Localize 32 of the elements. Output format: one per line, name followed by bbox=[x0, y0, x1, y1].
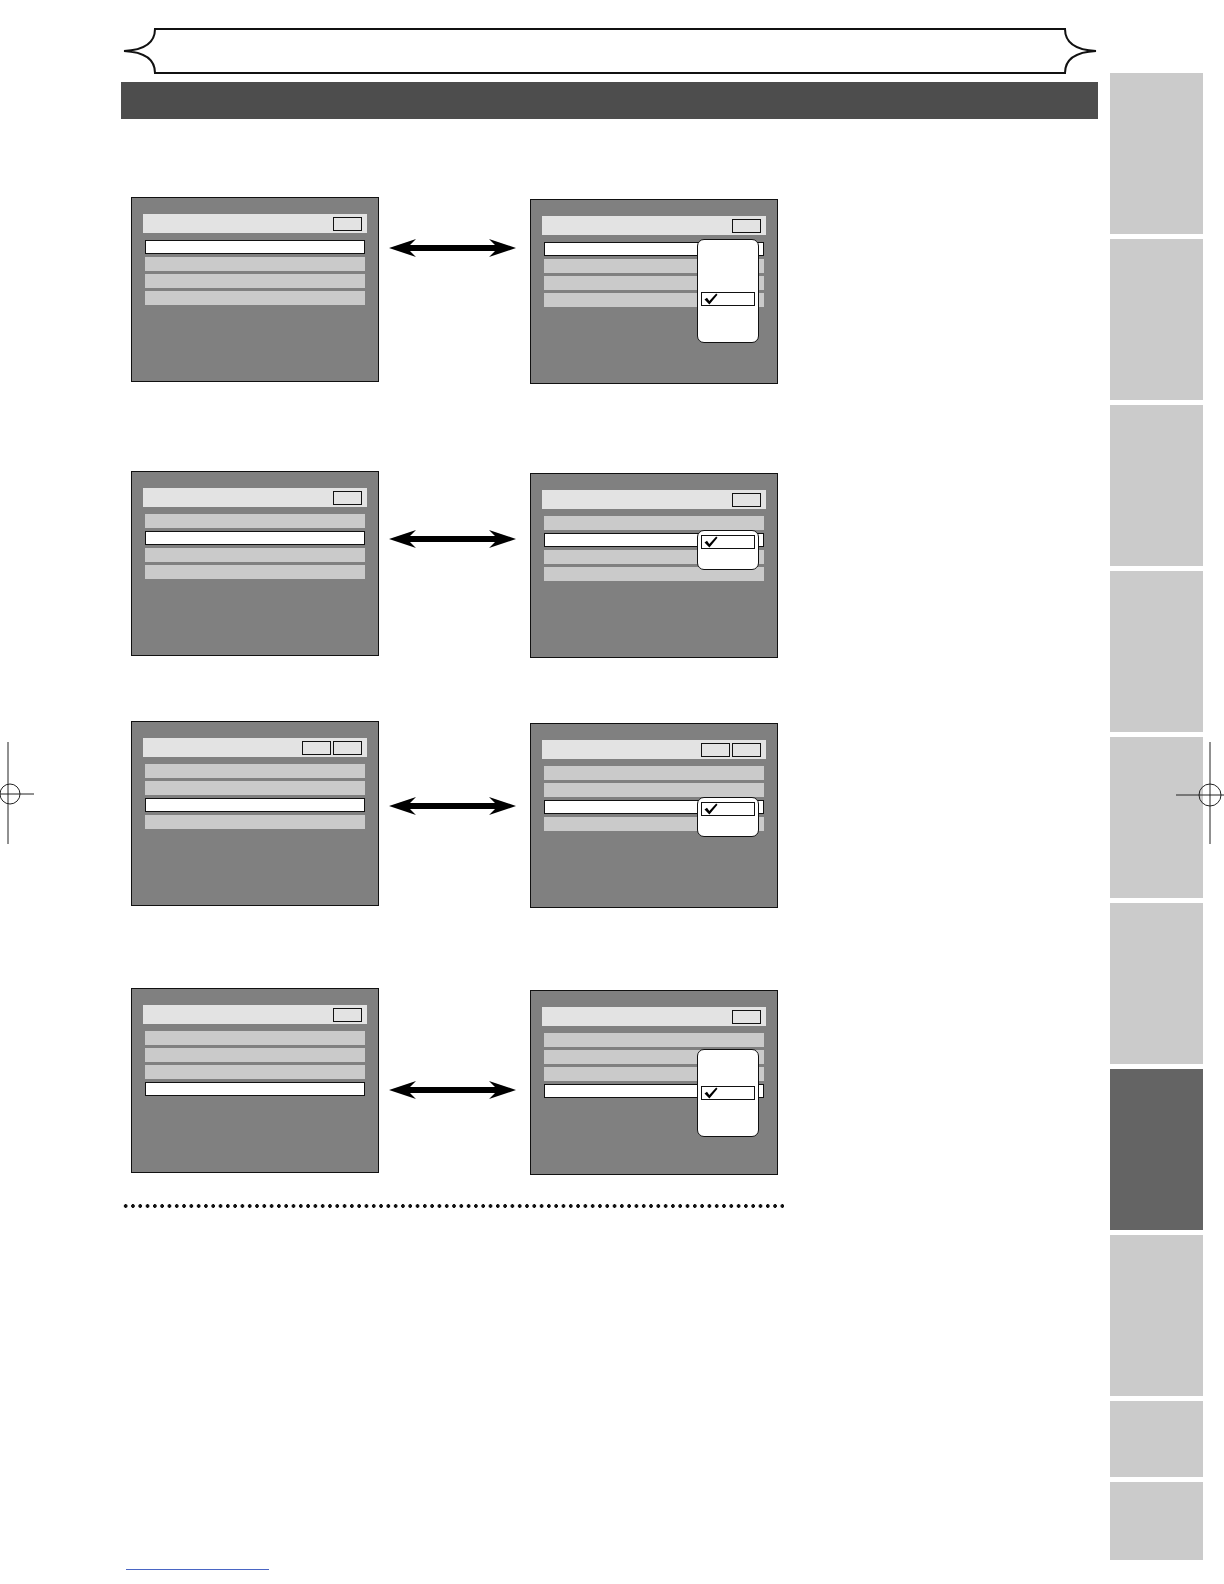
dropdown-menu[interactable] bbox=[697, 1049, 759, 1137]
checked-option[interactable] bbox=[701, 1086, 755, 1100]
menu-row[interactable] bbox=[145, 240, 365, 254]
header-indicator bbox=[333, 1007, 362, 1022]
double-arrow-icon bbox=[389, 239, 516, 257]
header-indicator bbox=[302, 740, 331, 755]
checked-option[interactable] bbox=[701, 292, 755, 306]
double-arrow-icon bbox=[389, 530, 516, 548]
header-indicator bbox=[732, 742, 761, 757]
registration-mark-icon bbox=[1176, 742, 1224, 844]
header-indicator bbox=[701, 742, 730, 757]
double-arrow-icon bbox=[389, 797, 516, 815]
checked-option[interactable] bbox=[701, 802, 755, 816]
double-arrow-icon bbox=[389, 1081, 516, 1099]
header-indicator bbox=[333, 490, 362, 505]
menu-row[interactable] bbox=[145, 531, 365, 545]
dropdown-menu[interactable] bbox=[697, 239, 759, 343]
dropdown-menu[interactable] bbox=[697, 530, 759, 570]
checkmark-icon bbox=[704, 293, 718, 305]
header-indicator bbox=[333, 740, 362, 755]
header-indicator bbox=[333, 216, 362, 231]
checkmark-icon bbox=[704, 536, 718, 548]
menu-row[interactable] bbox=[145, 798, 365, 812]
checkmark-icon bbox=[704, 803, 718, 815]
header-indicator bbox=[732, 492, 761, 507]
checkmark-icon bbox=[704, 1087, 718, 1099]
checked-option[interactable] bbox=[701, 535, 755, 549]
registration-mark-icon bbox=[0, 742, 34, 844]
menu-row[interactable] bbox=[145, 1082, 365, 1096]
header-indicator bbox=[732, 1009, 761, 1024]
dropdown-menu[interactable] bbox=[697, 797, 759, 837]
header-indicator bbox=[732, 218, 761, 233]
